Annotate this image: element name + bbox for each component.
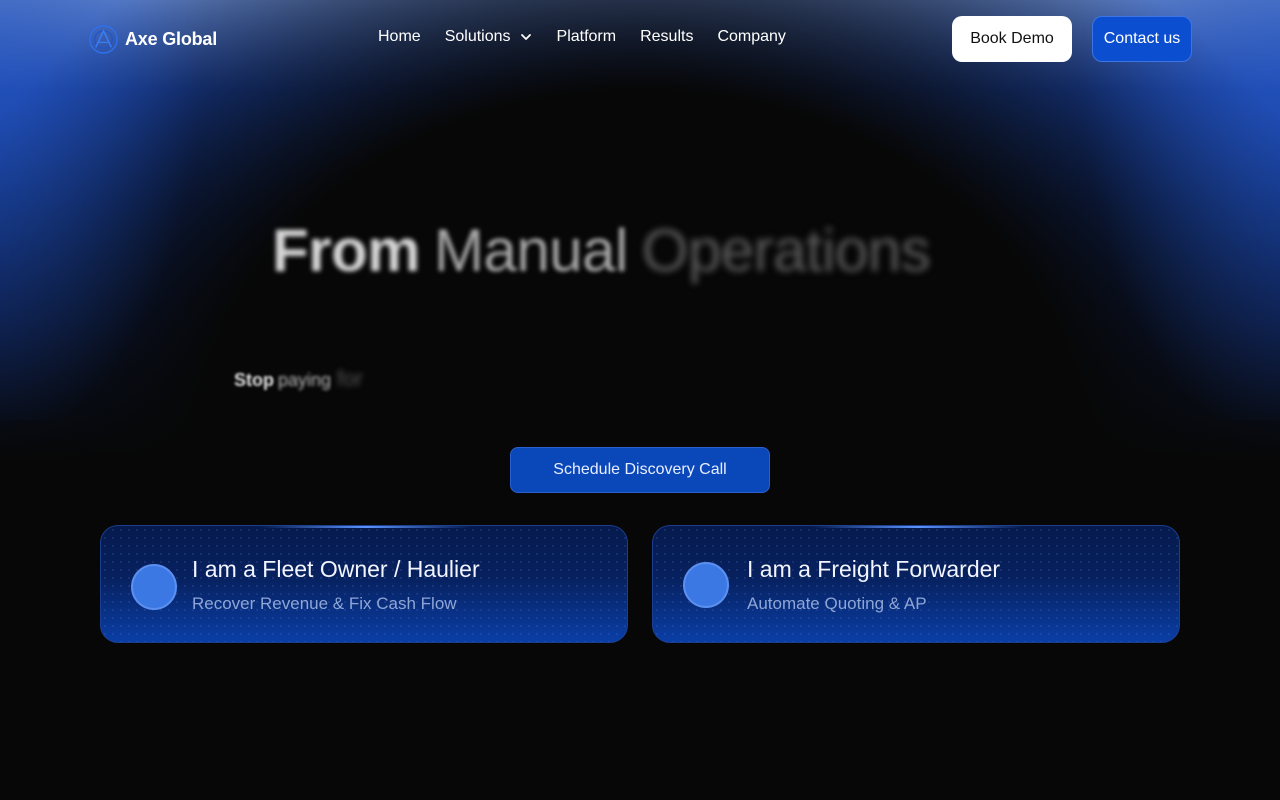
book-demo-button[interactable]: Book Demo (952, 16, 1072, 62)
nav-item-company[interactable]: Company (717, 28, 785, 46)
nav-label-platform: Platform (556, 28, 617, 45)
schedule-discovery-call-button[interactable]: Schedule Discovery Call (510, 447, 770, 493)
nav-label-home: Home (378, 28, 421, 45)
persona-icon (131, 564, 177, 610)
persona-icon (683, 562, 729, 608)
persona-card-subtitle: Automate Quoting & AP (747, 594, 927, 613)
hero-headline-word: Manual (434, 217, 628, 284)
nav-label-solutions: Solutions (444, 28, 511, 45)
hero-headline-word: From (272, 217, 421, 284)
nav-item-platform[interactable]: Platform (557, 28, 617, 46)
hero-subtitle-word: for (337, 366, 363, 391)
persona-card-title: I am a Freight Forwarder (747, 556, 1001, 582)
hero-headline: From Manual Operations (272, 216, 931, 285)
nav-label-results: Results (640, 28, 694, 45)
chevron-down-icon (520, 34, 531, 40)
page: Axe Global Home Solutions Platform Resul… (0, 0, 1280, 800)
persona-card-subtitle: Recover Revenue & Fix Cash Flow (192, 594, 457, 613)
brand-logo[interactable]: Axe Global (88, 24, 217, 55)
hero-subtitle-word: paying (278, 370, 332, 390)
nav-item-results[interactable]: Results (640, 28, 693, 46)
globe-ring-icon (89, 25, 118, 54)
nav-label-company: Company (717, 28, 786, 45)
hero-subtitle-word: Stop (234, 370, 274, 390)
contact-us-button[interactable]: Contact us (1092, 16, 1192, 62)
persona-card-title: I am a Fleet Owner / Haulier (192, 556, 480, 582)
brand-name: Axe Global (125, 29, 218, 49)
top-navigation: Axe Global Home Solutions Platform Resul… (0, 0, 1280, 80)
nav-item-home[interactable]: Home (378, 28, 421, 46)
persona-card-fleet-owner[interactable]: I am a Fleet Owner / Haulier Recover Rev… (100, 525, 628, 643)
hero-headline-word: Operations (641, 217, 931, 284)
hero-subtitle: Stop paying for (234, 366, 363, 392)
nav-item-solutions[interactable]: Solutions (445, 28, 533, 46)
persona-card-freight-forwarder[interactable]: I am a Freight Forwarder Automate Quotin… (652, 525, 1180, 643)
main-menu: Home Solutions Platform Results Company (378, 28, 786, 46)
